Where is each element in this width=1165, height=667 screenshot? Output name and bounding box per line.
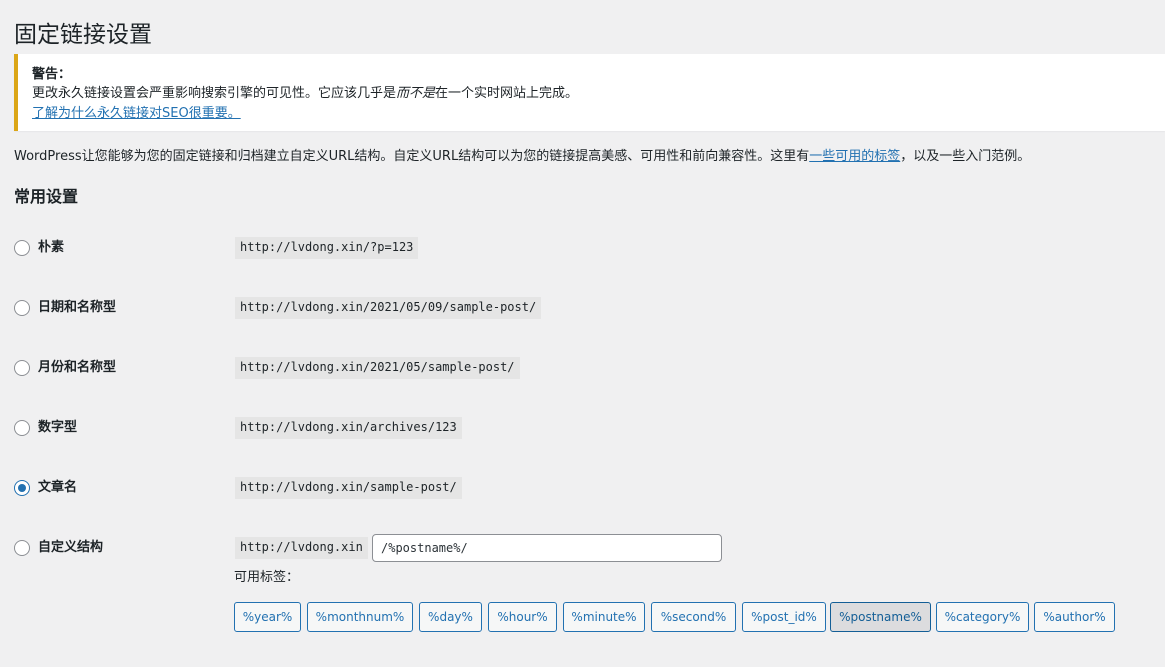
example-url-numeric: http://lvdong.xin/archives/123 [235, 417, 462, 439]
radio-day-and-name[interactable] [14, 300, 30, 316]
tag-button-second[interactable]: %second% [651, 602, 736, 632]
section-title-common-settings: 常用设置 [14, 187, 79, 206]
option-day-and-name: 日期和名称型 http://lvdong.xin/2021/05/09/samp… [14, 293, 1154, 323]
radio-custom-structure[interactable] [14, 540, 30, 556]
option-month-and-name: 月份和名称型 http://lvdong.xin/2021/05/sample-… [14, 353, 1154, 383]
tag-button-year[interactable]: %year% [234, 602, 301, 632]
option-label-custom-structure[interactable]: 自定义结构 [38, 539, 103, 557]
tag-button-author[interactable]: %author% [1034, 602, 1115, 632]
page-title: 固定链接设置 [14, 22, 152, 48]
seo-learn-more-link[interactable]: 了解为什么永久链接对SEO很重要。 [32, 106, 241, 121]
example-url-day-and-name: http://lvdong.xin/2021/05/09/sample-post… [235, 297, 542, 319]
tag-button-monthnum[interactable]: %monthnum% [307, 602, 413, 632]
tag-button-day[interactable]: %day% [419, 602, 482, 632]
notice-title: 警告： [32, 67, 72, 82]
tag-button-hour[interactable]: %hour% [488, 602, 557, 632]
available-tags-link[interactable]: 一些可用的标签 [809, 149, 900, 164]
option-label-month-and-name[interactable]: 月份和名称型 [38, 359, 116, 377]
notice-message-start: 更改永久链接设置会严重影响搜索引擎的可见性。它应该几乎是 [32, 86, 397, 101]
warning-notice: 警告： 更改永久链接设置会严重影响搜索引擎的可见性。它应该几乎是而不是在一个实时… [14, 54, 1165, 131]
example-url-month-and-name: http://lvdong.xin/2021/05/sample-post/ [235, 357, 520, 379]
tag-button-minute[interactable]: %minute% [563, 602, 645, 632]
intro-text-start: WordPress让您能够为您的固定链接和归档建立自定义URL结构。自定义URL… [14, 149, 810, 164]
radio-plain[interactable] [14, 240, 30, 256]
notice-emphasis: 而不是 [396, 86, 436, 101]
notice-message: 更改永久链接设置会严重影响搜索引擎的可见性。它应该几乎是而不是在一个实时网站上完… [32, 84, 1165, 104]
radio-month-and-name[interactable] [14, 360, 30, 376]
tag-button-post-id[interactable]: %post_id% [742, 602, 826, 632]
tag-button-category[interactable]: %category% [936, 602, 1029, 632]
option-label-day-and-name[interactable]: 日期和名称型 [38, 299, 116, 317]
tag-button-postname[interactable]: %postname% [830, 602, 931, 632]
notice-message-end: 在一个实时网站上完成。 [435, 86, 579, 101]
example-url-plain: http://lvdong.xin/?p=123 [235, 237, 419, 259]
available-tags-label: 可用标签： [234, 570, 300, 585]
option-label-plain[interactable]: 朴素 [38, 239, 64, 257]
option-numeric: 数字型 http://lvdong.xin/archives/123 [14, 413, 1154, 443]
intro-text-end: ，以及一些入门范例。 [900, 149, 1031, 164]
option-plain: 朴素 http://lvdong.xin/?p=123 [14, 233, 1154, 263]
option-post-name: 文章名 http://lvdong.xin/sample-post/ [14, 473, 1154, 503]
example-url-post-name: http://lvdong.xin/sample-post/ [235, 477, 462, 499]
radio-numeric[interactable] [14, 420, 30, 436]
custom-structure-input[interactable] [372, 534, 722, 562]
option-label-numeric[interactable]: 数字型 [38, 419, 77, 437]
option-label-post-name[interactable]: 文章名 [38, 479, 77, 497]
custom-structure-base-url: http://lvdong.xin [235, 537, 368, 559]
intro-text: WordPress让您能够为您的固定链接和归档建立自定义URL结构。自定义URL… [14, 147, 1030, 167]
radio-post-name[interactable] [14, 480, 30, 496]
